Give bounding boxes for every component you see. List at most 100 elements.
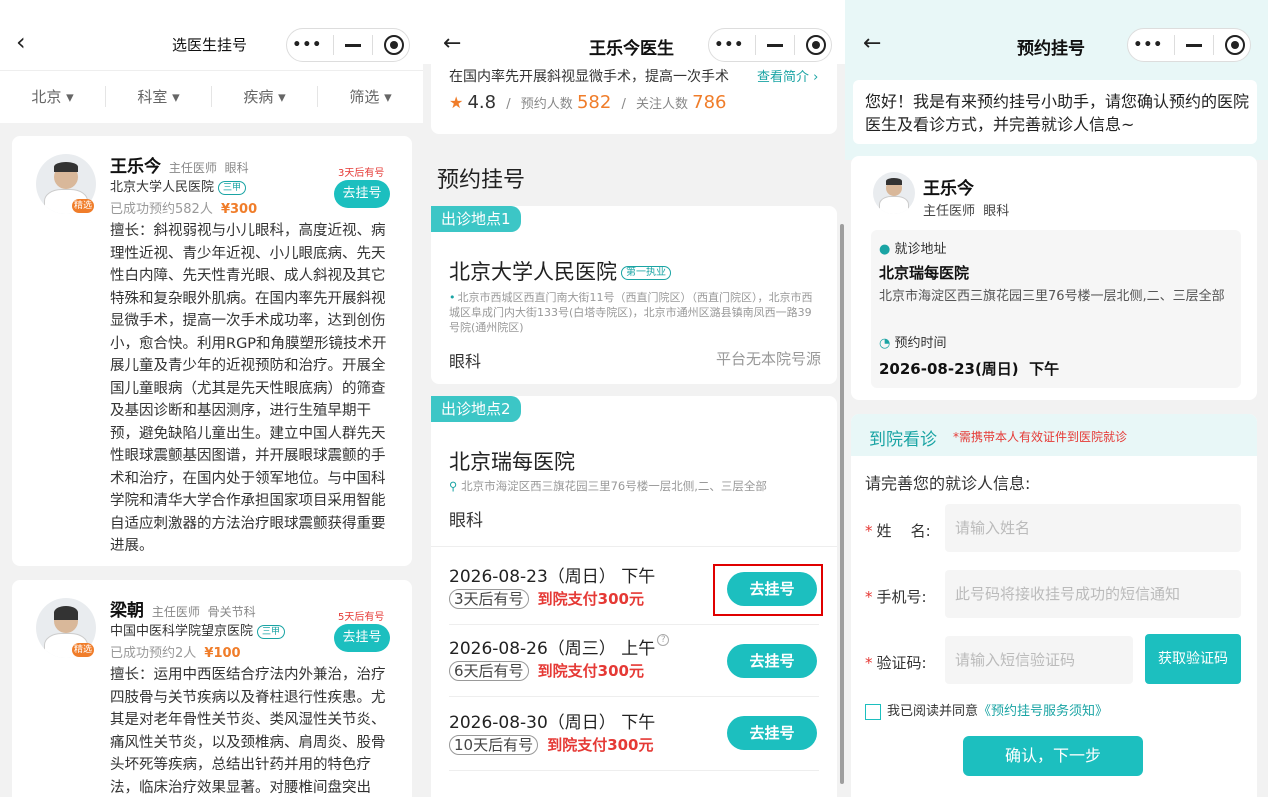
- slot-date: 2026-08-23（周日） 下午: [449, 567, 656, 587]
- close-icon[interactable]: [805, 35, 826, 55]
- availability: 3天后有号: [338, 168, 385, 179]
- doctor-list-panel: ‹ 选医生挂号 ••• 北京 ▾ 科室 ▾ 疾病 ▾ 筛选 ▾ 精选 王乐今 主…: [0, 0, 423, 797]
- name-label: 姓 名:: [876, 522, 931, 540]
- price: ¥100: [204, 646, 241, 661]
- avatar: [873, 172, 915, 214]
- hospital-name: 北京瑞每医院: [449, 450, 575, 474]
- slot-date: 2026-08-26（周三） 上午: [449, 639, 656, 659]
- filter-more[interactable]: 筛选 ▾: [318, 86, 423, 107]
- no-source-note: 平台无本院号源: [715, 350, 821, 368]
- doctor-name: 王乐今: [110, 157, 161, 177]
- phone-input[interactable]: 此号码将接收挂号成功的短信通知: [945, 570, 1241, 618]
- book-button[interactable]: 去挂号: [727, 644, 817, 678]
- minimize-icon[interactable]: [344, 43, 361, 47]
- practice-badge: 第一执业: [621, 266, 671, 280]
- minimize-icon[interactable]: [1185, 43, 1202, 47]
- book-button[interactable]: 去挂号: [727, 716, 817, 750]
- clock-icon: ◔: [879, 336, 891, 351]
- appointment-summary: 王乐今 主任医师 眼科 ● 就诊地址 北京瑞每医院 北京市海淀区西三旗花园三里7…: [851, 156, 1257, 400]
- hospital-level-badge: 三甲: [257, 624, 286, 639]
- department: 眼科: [449, 352, 482, 371]
- slot-date: 2026-08-30（周日） 下午: [449, 713, 656, 733]
- location-card: 出诊地点1 北京大学人民医院 第一执业 • 北京市西城区西直门南大街11号（西直门院…: [431, 206, 837, 384]
- code-input[interactable]: 请输入短信验证码: [945, 636, 1133, 684]
- see-more-link[interactable]: 查看简介 ›: [757, 66, 818, 85]
- hospital-level-badge: 三甲: [218, 180, 247, 195]
- hospital-name: 北京大学人民医院: [110, 180, 215, 195]
- page-title: 选医生挂号: [172, 36, 248, 54]
- more-icon[interactable]: •••: [1133, 37, 1163, 53]
- navbar: ‹ 选医生挂号 ••• 北京 ▾ 科室 ▾ 疾病 ▾ 筛选 ▾: [0, 0, 423, 123]
- back-icon[interactable]: ←: [443, 32, 461, 56]
- slot-availability: 3天后有号: [449, 589, 529, 609]
- section-title: 预约挂号: [437, 168, 526, 193]
- more-icon[interactable]: •••: [292, 37, 322, 53]
- visit-type: 到院看诊: [869, 430, 937, 450]
- capsule-menu[interactable]: •••: [708, 28, 832, 62]
- close-icon[interactable]: [1224, 35, 1245, 55]
- scrollbar[interactable]: [840, 224, 844, 784]
- assistant-greeting: 您好！我是有来预约挂号小助手，请您确认预约的医院医生及看诊方式，并完善就诊人信息…: [853, 80, 1257, 144]
- terms-link[interactable]: 《预约挂号服务须知》: [978, 704, 1108, 719]
- doctor-name: 梁朝: [110, 601, 144, 621]
- featured-badge: 精选: [72, 199, 94, 213]
- minimize-icon[interactable]: [766, 43, 783, 47]
- book-button[interactable]: 去挂号: [334, 624, 390, 652]
- filter-bar: 北京 ▾ 科室 ▾ 疾病 ▾ 筛选 ▾: [0, 70, 423, 122]
- location-icon: ●: [879, 242, 891, 257]
- page-title: 王乐今医生: [589, 39, 674, 59]
- location-icon: ⚲: [449, 479, 458, 493]
- slot-availability: 6天后有号: [449, 661, 529, 681]
- department: 眼科: [449, 511, 483, 531]
- capsule-menu[interactable]: •••: [1127, 28, 1251, 62]
- doctor-card[interactable]: 精选 王乐今 主任医师 眼科 北京大学人民医院 三甲 已成功预约582人 ¥300…: [12, 136, 412, 566]
- filter-dept[interactable]: 科室 ▾: [106, 86, 212, 107]
- confirm-next-button[interactable]: 确认，下一步: [963, 736, 1143, 776]
- slot-availability: 10天后有号: [449, 735, 539, 755]
- location-icon: •: [449, 291, 456, 304]
- location-card: 出诊地点2 北京瑞每医院 ⚲ 北京市海淀区西三旗花园三里76号楼一层北侧,二、三…: [431, 396, 837, 797]
- navbar: ← 王乐今医生 •••: [423, 0, 845, 64]
- location-tag: 出诊地点2: [431, 396, 521, 422]
- help-icon[interactable]: ?: [657, 634, 670, 646]
- back-icon[interactable]: ←: [863, 32, 881, 56]
- clinic-address: 北京市海淀区西三旗花园三里76号楼一层北侧,二、三层全部: [879, 289, 1225, 304]
- filter-disease[interactable]: 疾病 ▾: [212, 86, 318, 107]
- form-title: 请完善您的就诊人信息:: [865, 474, 1031, 493]
- appointment-time: 2026-08-23(周日) 下午: [879, 360, 1060, 378]
- hospital-address: 北京市海淀区西三旗花园三里76号楼一层北侧,二、三层全部: [461, 479, 767, 493]
- doctor-title: 主任医师 眼科: [923, 204, 1010, 219]
- agree-checkbox[interactable]: [865, 703, 881, 720]
- page-title: 预约挂号: [1017, 39, 1085, 59]
- featured-badge: 精选: [72, 643, 94, 657]
- hospital-name: 北京大学人民医院: [449, 260, 617, 284]
- more-icon[interactable]: •••: [714, 37, 744, 53]
- star-icon: ★: [449, 93, 464, 112]
- doctor-name: 王乐今: [923, 179, 974, 199]
- hospital-address: 北京市西城区西直门南大街11号（西直门院区）（西直门院区），北京市西城区阜成门内…: [449, 291, 813, 334]
- doctor-description: 擅长：斜视弱视与小儿眼科，高度近视、病理性近视、青少年近视、小儿眼底病、先天性白…: [110, 223, 387, 554]
- slot-payment: 到院支付300元: [547, 736, 654, 754]
- doctor-detail-panel: 在国内率先开展斜视显微手术，提高一次手术 查看简介 › ★ 4.8 / 预约人数…: [423, 0, 845, 797]
- phone-label: 手机号:: [876, 588, 927, 606]
- book-button[interactable]: 去挂号: [727, 572, 817, 606]
- name-input[interactable]: 请输入姓名: [945, 504, 1241, 552]
- hospital-name: 中国中医科学院望京医院: [110, 624, 254, 639]
- patient-form: 到院看诊 *需携带本人有效证件到医院就诊 请完善您的就诊人信息: * 姓 名: 请…: [851, 414, 1257, 797]
- rating: 4.8: [467, 92, 497, 113]
- slot-payment: 到院支付300元: [537, 662, 644, 680]
- capsule-menu[interactable]: •••: [286, 28, 410, 62]
- filter-city[interactable]: 北京 ▾: [0, 86, 106, 107]
- book-button[interactable]: 去挂号: [334, 180, 390, 208]
- booking-form-panel: ← 预约挂号 ••• 您好！我是有来预约挂号小助手，请您确认预约的医院医生及看诊…: [845, 0, 1268, 797]
- navbar: ← 预约挂号 •••: [845, 0, 1268, 70]
- back-icon[interactable]: ‹: [16, 30, 26, 54]
- price: ¥300: [220, 202, 258, 217]
- doctor-card[interactable]: 精选 梁朝 主任医师 骨关节科 中国中医科学院望京医院 三甲 已成功预约2人 ¥1…: [12, 580, 412, 797]
- close-icon[interactable]: [383, 35, 404, 55]
- location-tag: 出诊地点1: [431, 206, 521, 232]
- doctor-description: 擅长：运用中西医结合疗法内外兼治，治疗四肢骨与关节疾病以及脊柱退行性疾患。尤其是…: [110, 667, 386, 796]
- availability: 5天后有号: [338, 612, 385, 623]
- get-code-button[interactable]: 获取验证码: [1145, 634, 1241, 684]
- visit-note: *需携带本人有效证件到医院就诊: [953, 430, 1128, 444]
